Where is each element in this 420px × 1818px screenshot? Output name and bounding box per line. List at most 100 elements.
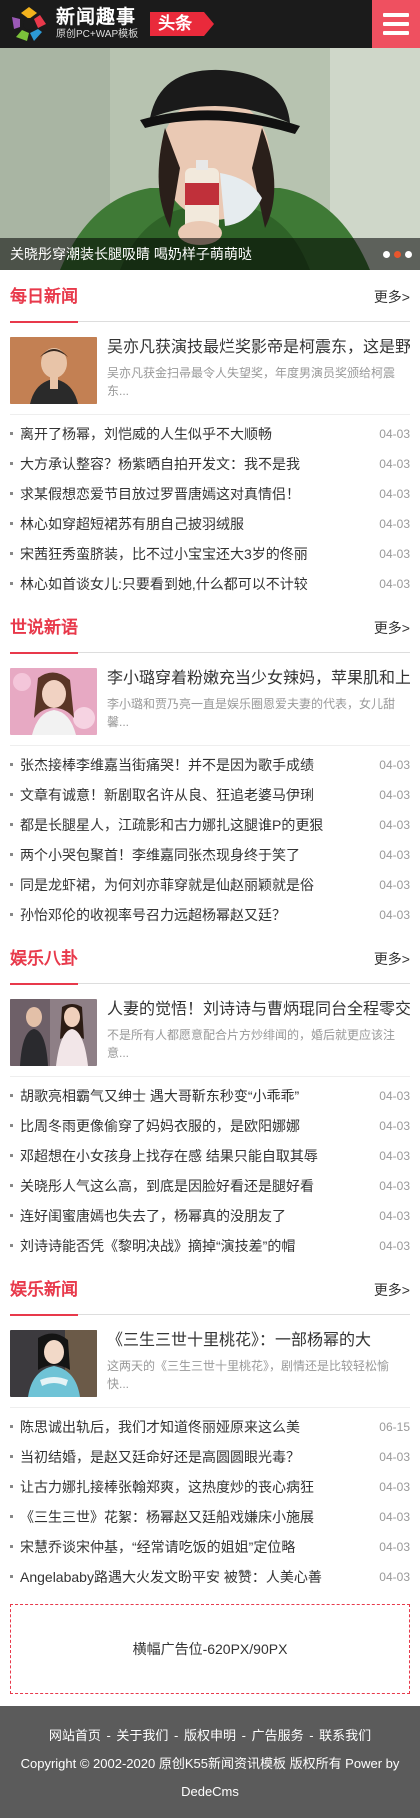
site-logo[interactable]: 新闻趣事 原创PC+WAP模板 [10,5,138,43]
site-header: 新闻趣事 原创PC+WAP模板 头条 [0,0,420,48]
list-item-date: 04-03 [379,1089,410,1103]
list-item-date: 04-03 [379,1540,410,1554]
list-item[interactable]: 两个小哭包聚首！李维嘉同张杰现身终于笑了 04-03 [10,840,410,870]
list-item-date: 04-03 [379,1119,410,1133]
list-item-title[interactable]: Angelababy路遇大火发文盼平安 被赞：人美心善 [10,1567,371,1587]
list-item[interactable]: 关晓彤人气这么高，到底是因脸好看还是腿好看 04-03 [10,1171,410,1201]
list-item-title[interactable]: 张杰接棒李维嘉当街痛哭！并不是因为歌手成绩 [10,755,371,775]
list-item[interactable]: 刘诗诗能否凭《黎明决战》摘掉“演技差”的帽 04-03 [10,1231,410,1261]
list-item[interactable]: 宋慧乔谈宋仲基，“经常请吃饭的姐姐”定位略 04-03 [10,1532,410,1562]
list-item-title[interactable]: 林心如穿超短裙苏有朋自己披羽绒服 [10,514,371,534]
list-item-title[interactable]: 宋茜狂秀蛮脐装，比不过小宝宝还大3岁的佟丽 [10,544,371,564]
section-title[interactable]: 世说新语 [10,603,78,654]
list-item[interactable]: 文章有诚意！新剧取名许从良、狂追老婆马伊琍 04-03 [10,780,410,810]
footer-link-contact[interactable]: 联系我们 [319,1728,371,1743]
list-item[interactable]: 当初结婚，是赵又廷命好还是高圆圆眼光毒？ 04-03 [10,1442,410,1472]
list-item-title[interactable]: 刘诗诗能否凭《黎明决战》摘掉“演技差”的帽 [10,1236,371,1256]
list-item-title[interactable]: 离开了杨幂，刘恺威的人生似乎不大顺畅 [10,424,371,444]
feature-thumbnail[interactable] [10,668,97,735]
list-item[interactable]: 孙怡邓伦的收视率号召力远超杨幂赵又廷？ 04-03 [10,900,410,930]
list-item-title[interactable]: 都是长腿星人，江疏影和古力娜扎这腿谁P的更狠 [10,815,371,835]
feature-title[interactable]: 《三生三世十里桃花》：一部杨幂的大 [107,1330,410,1352]
list-item-date: 04-03 [379,1179,410,1193]
list-item[interactable]: 胡歌亮相霸气又绅士 遇大哥靳东秒变“小乖乖” 04-03 [10,1081,410,1111]
section-title[interactable]: 娱乐新闻 [10,1265,78,1316]
banner-ad-placeholder[interactable]: 横幅广告位-620PX/90PX [10,1604,410,1694]
list-item[interactable]: 比周冬雨更像偷穿了妈妈衣服的，是欧阳娜娜 04-03 [10,1111,410,1141]
section-title[interactable]: 娱乐八卦 [10,934,78,985]
list-item[interactable]: 林心如穿超短裙苏有朋自己披羽绒服 04-03 [10,509,410,539]
feature-thumbnail[interactable] [10,999,97,1066]
list-item-title[interactable]: 林心如首谈女儿:只要看到她,什么都可以不计较 [10,574,371,594]
footer-link-home[interactable]: 网站首页 [49,1728,101,1743]
feature-title[interactable]: 吴亦凡获演技最烂奖影帝是柯震东，这是野 [107,337,410,359]
list-item-title[interactable]: 让古力娜扎接棒张翰郑爽，这热度炒的丧心病狂 [10,1477,371,1497]
list-item[interactable]: 都是长腿星人，江疏影和古力娜扎这腿谁P的更狠 04-03 [10,810,410,840]
footer-separator: - [102,1728,115,1743]
list-item[interactable]: 张杰接棒李维嘉当街痛哭！并不是因为歌手成绩 04-03 [10,750,410,780]
list-item-date: 04-03 [379,1209,410,1223]
more-link[interactable]: 更多> [374,1280,410,1300]
list-item-title[interactable]: 胡歌亮相霸气又绅士 遇大哥靳东秒变“小乖乖” [10,1086,371,1106]
list-item[interactable]: 求某假想恋爱节目放过罗晋唐嫣这对真情侣！ 04-03 [10,479,410,509]
list-item-title[interactable]: 当初结婚，是赵又廷命好还是高圆圆眼光毒？ [10,1447,371,1467]
list-item-title[interactable]: 关晓彤人气这么高，到底是因脸好看还是腿好看 [10,1176,371,1196]
site-footer: 网站首页 - 关于我们 - 版权申明 - 广告服务 - 联系我们 Copyrig… [0,1706,420,1818]
feature-article[interactable]: 人妻的觉悟！刘诗诗与曹炳琨同台全程零交 不是所有人都愿意配合片方炒绯闻的，婚后就… [10,984,410,1077]
list-item-title[interactable]: 求某假想恋爱节目放过罗晋唐嫣这对真情侣！ [10,484,371,504]
menu-button[interactable] [372,0,420,48]
carousel-dot[interactable] [383,251,390,258]
list-item[interactable]: 林心如首谈女儿:只要看到她,什么都可以不计较 04-03 [10,569,410,599]
footer-link-about[interactable]: 关于我们 [116,1728,168,1743]
feature-article[interactable]: 吴亦凡获演技最烂奖影帝是柯震东，这是野 吴亦凡获金扫帚最令人失望奖，年度男演员奖… [10,322,410,415]
list-item[interactable]: 邓超想在小女孩身上找存在感 结果只能自取其辱 04-03 [10,1141,410,1171]
banner-image [0,48,420,270]
list-item[interactable]: 陈思诚出轨后，我们才知道佟丽娅原来这么美 06-15 [10,1412,410,1442]
footer-link-copyright[interactable]: 版权申明 [184,1728,236,1743]
list-item[interactable]: 《三生三世》花絮：杨幂赵又廷船戏嫌床小施展 04-03 [10,1502,410,1532]
list-item[interactable]: 宋茜狂秀蛮脐装，比不过小宝宝还大3岁的佟丽 04-03 [10,539,410,569]
list-item-title[interactable]: 比周冬雨更像偷穿了妈妈衣服的，是欧阳娜娜 [10,1116,371,1136]
headline-badge: 头条 [150,12,215,36]
footer-link-ads[interactable]: 广告服务 [252,1728,304,1743]
list-item[interactable]: 大方承认整容？杨紫晒自拍开发文：我不是我 04-03 [10,449,410,479]
banner-carousel[interactable]: 关晓彤穿潮装长腿吸睛 喝奶样子萌萌哒 [0,48,420,270]
list-item[interactable]: 同是龙虾裙，为何刘亦菲穿就是仙赵丽颖就是俗 04-03 [10,870,410,900]
list-item-title[interactable]: 文章有诚意！新剧取名许从良、狂追老婆马伊琍 [10,785,371,805]
list-item[interactable]: 连好闺蜜唐嫣也失去了，杨幂真的没朋友了 04-03 [10,1201,410,1231]
list-item-title[interactable]: 宋慧乔谈宋仲基，“经常请吃饭的姐姐”定位略 [10,1537,371,1557]
ad-text: 横幅广告位-620PX/90PX [132,1641,288,1657]
feature-article[interactable]: 李小璐穿着粉嫩充当少女辣妈，苹果肌和上 李小璐和贾乃亮一直是娱乐圈恩爱夫妻的代表… [10,653,410,746]
feature-article[interactable]: 《三生三世十里桃花》：一部杨幂的大 这两天的《三生三世十里桃花》，剧情还是比较轻… [10,1315,410,1408]
feature-thumbnail[interactable] [10,1330,97,1397]
feature-thumbnail[interactable] [10,337,97,404]
list-item-title[interactable]: 连好闺蜜唐嫣也失去了，杨幂真的没朋友了 [10,1206,371,1226]
list-item[interactable]: 离开了杨幂，刘恺威的人生似乎不大顺畅 04-03 [10,419,410,449]
list-item-title[interactable]: 孙怡邓伦的收视率号召力远超杨幂赵又廷？ [10,905,371,925]
menu-icon-bar [383,31,409,35]
carousel-dot[interactable] [405,251,412,258]
list-item-title[interactable]: 邓超想在小女孩身上找存在感 结果只能自取其辱 [10,1146,371,1166]
feature-title[interactable]: 人妻的觉悟！刘诗诗与曹炳琨同台全程零交 [107,999,410,1021]
list-item-title[interactable]: 大方承认整容？杨紫晒自拍开发文：我不是我 [10,454,371,474]
section-title[interactable]: 每日新闻 [10,272,78,323]
carousel-dot-active[interactable] [394,251,401,258]
feature-body: 李小璐穿着粉嫩充当少女辣妈，苹果肌和上 李小璐和贾乃亮一直是娱乐圈恩爱夫妻的代表… [107,668,410,735]
list-item-title[interactable]: 陈思诚出轨后，我们才知道佟丽娅原来这么美 [10,1417,371,1437]
section-header: 世说新语 更多> [10,603,410,654]
list-item-title[interactable]: 两个小哭包聚首！李维嘉同张杰现身终于笑了 [10,845,371,865]
feature-body: 吴亦凡获演技最烂奖影帝是柯震东，这是野 吴亦凡获金扫帚最令人失望奖，年度男演员奖… [107,337,410,404]
list-item-title[interactable]: 《三生三世》花絮：杨幂赵又廷船戏嫌床小施展 [10,1507,371,1527]
more-link[interactable]: 更多> [374,287,410,307]
footer-separator: - [238,1728,250,1743]
feature-title[interactable]: 李小璐穿着粉嫩充当少女辣妈，苹果肌和上 [107,668,410,690]
section-entertainment-news: 娱乐新闻 更多> 《三生三世十里桃花》：一部杨幂的大 这两天的《三生三世十里桃花… [0,1265,420,1594]
list-item[interactable]: Angelababy路遇大火发文盼平安 被赞：人美心善 04-03 [10,1562,410,1592]
footer-separator: - [305,1728,318,1743]
more-link[interactable]: 更多> [374,618,410,638]
list-item-title[interactable]: 同是龙虾裙，为何刘亦菲穿就是仙赵丽颖就是俗 [10,875,371,895]
list-item-date: 04-03 [379,427,410,441]
banner-caption[interactable]: 关晓彤穿潮装长腿吸睛 喝奶样子萌萌哒 [0,238,420,270]
more-link[interactable]: 更多> [374,949,410,969]
list-item[interactable]: 让古力娜扎接棒张翰郑爽，这热度炒的丧心病狂 04-03 [10,1472,410,1502]
